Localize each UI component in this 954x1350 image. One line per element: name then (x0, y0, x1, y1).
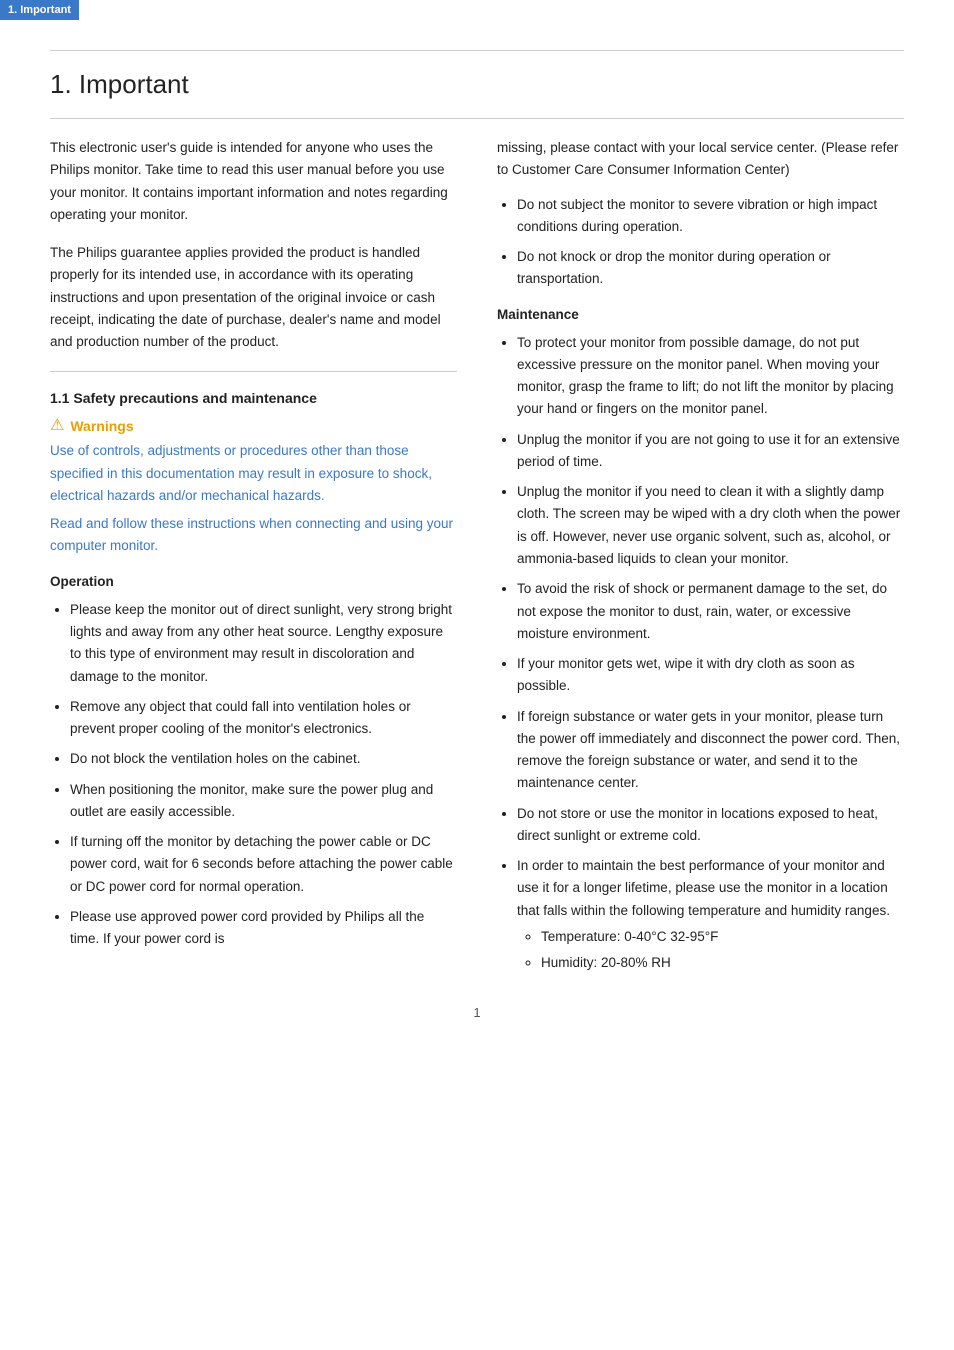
list-item: When positioning the monitor, make sure … (70, 779, 457, 824)
section-rule (50, 371, 457, 372)
left-column: This electronic user's guide is intended… (50, 137, 457, 975)
maintenance-list: To protect your monitor from possible da… (497, 332, 904, 975)
operation-list-right: Do not subject the monitor to severe vib… (497, 194, 904, 291)
list-item: Do not knock or drop the monitor during … (517, 246, 904, 291)
list-item: In order to maintain the best performanc… (517, 855, 904, 974)
guarantee-paragraph: The Philips guarantee applies provided t… (50, 242, 457, 353)
main-content: This electronic user's guide is intended… (50, 137, 904, 975)
intro-paragraph-1: This electronic user's guide is intended… (50, 137, 457, 226)
list-item: Unplug the monitor if you need to clean … (517, 481, 904, 570)
tab-bar: 1. Important (0, 0, 954, 20)
page-container: 1. Important This electronic user's guid… (0, 20, 954, 1060)
maintenance-title: Maintenance (497, 307, 904, 322)
list-item: Please keep the monitor out of direct su… (70, 599, 457, 688)
tab-label: 1. Important (0, 0, 79, 20)
safety-section-title: 1.1 Safety precautions and maintenance (50, 390, 457, 406)
list-item: Do not store or use the monitor in locat… (517, 803, 904, 848)
list-item: If turning off the monitor by detaching … (70, 831, 457, 898)
title-bottom-rule (50, 118, 904, 119)
list-item: Temperature: 0-40°C 32-95°F (541, 926, 904, 948)
list-item: Humidity: 20-80% RH (541, 952, 904, 974)
list-item: Remove any object that could fall into v… (70, 696, 457, 741)
warnings-label: Warnings (70, 418, 133, 434)
list-item: If your monitor gets wet, wipe it with d… (517, 653, 904, 698)
list-item: Do not subject the monitor to severe vib… (517, 194, 904, 239)
top-rule (50, 50, 904, 51)
operation-list: Please keep the monitor out of direct su… (50, 599, 457, 951)
right-column: missing, please contact with your local … (497, 137, 904, 975)
list-item: Do not block the ventilation holes on th… (70, 748, 457, 770)
power-cord-continued: missing, please contact with your local … (497, 137, 904, 182)
warnings-header: ⚠ Warnings (50, 418, 457, 434)
warnings-block: ⚠ Warnings Use of controls, adjustments … (50, 418, 457, 557)
list-item: To protect your monitor from possible da… (517, 332, 904, 421)
page-title: 1. Important (50, 69, 904, 100)
warning-icon: ⚠ (50, 418, 64, 434)
page-number: 1 (50, 1005, 904, 1020)
list-item: Unplug the monitor if you are not going … (517, 429, 904, 474)
temp-humidity-list: Temperature: 0-40°C 32-95°F Humidity: 20… (517, 926, 904, 975)
list-item: To avoid the risk of shock or permanent … (517, 578, 904, 645)
warnings-text-1: Use of controls, adjustments or procedur… (50, 440, 457, 557)
operation-title: Operation (50, 574, 457, 589)
list-item: If foreign substance or water gets in yo… (517, 706, 904, 795)
list-item: Please use approved power cord provided … (70, 906, 457, 951)
